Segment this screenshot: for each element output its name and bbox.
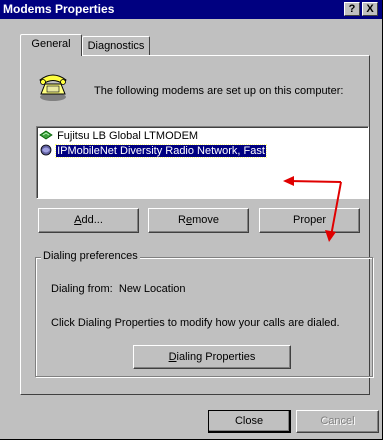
dialing-mnemonic: D xyxy=(168,351,177,363)
group-label: Dialing preferences xyxy=(41,250,140,262)
dialing-from-label: Dialing from: New Location xyxy=(51,283,186,295)
tab-general-label: General xyxy=(31,38,71,50)
tab-diagnostics[interactable]: Diagnostics xyxy=(82,36,150,56)
tab-general[interactable]: General xyxy=(20,34,82,56)
help-button[interactable]: ? xyxy=(344,2,360,16)
dialing-from-value: New Location xyxy=(118,283,186,295)
cancel-label: Cancel xyxy=(320,415,355,427)
window-title: Modems Properties xyxy=(3,2,115,16)
close-label: Close xyxy=(234,415,264,427)
dialing-hint: Click Dialing Properties to modify how y… xyxy=(51,317,340,329)
modem-name: Fujitsu LB Global LTMODEM xyxy=(57,130,199,142)
info-text: The following modems are set up on this … xyxy=(94,85,344,97)
telephone-icon xyxy=(39,74,67,101)
remove-button[interactable]: Remove xyxy=(148,208,249,233)
modem-name: IPMobileNet Diversity Radio Network, Fas… xyxy=(55,144,267,158)
title-bar[interactable]: Modems Properties ? X xyxy=(0,0,382,19)
modem-icon xyxy=(40,144,52,156)
cancel-button[interactable]: Cancel xyxy=(296,410,379,433)
remove-label-start: R xyxy=(178,214,186,226)
close-button[interactable]: Close xyxy=(208,410,291,433)
add-button[interactable]: Add... xyxy=(38,208,139,233)
properties-button[interactable]: Proper xyxy=(259,208,360,233)
add-label: dd... xyxy=(81,214,103,226)
tab-diagnostics-label: Diagnostics xyxy=(87,40,145,52)
list-item[interactable]: IPMobileNet Diversity Radio Network, Fas… xyxy=(39,144,267,158)
list-item[interactable]: Fujitsu LB Global LTMODEM xyxy=(39,129,199,143)
remove-label-end: move xyxy=(192,214,219,226)
dialing-from-caption: Dialing from: xyxy=(51,283,113,295)
dialing-button-label: ialing Properties xyxy=(176,351,256,363)
dialing-properties-button[interactable]: Dialing Properties xyxy=(133,345,291,369)
modems-list[interactable]: Fujitsu LB Global LTMODEM IPMobileNet Di… xyxy=(36,126,369,199)
close-window-button[interactable]: X xyxy=(362,2,378,16)
modem-icon xyxy=(39,130,53,140)
properties-label: Proper xyxy=(292,214,327,226)
modems-properties-dialog: Modems Properties ? X General Diagnostic… xyxy=(0,0,383,440)
